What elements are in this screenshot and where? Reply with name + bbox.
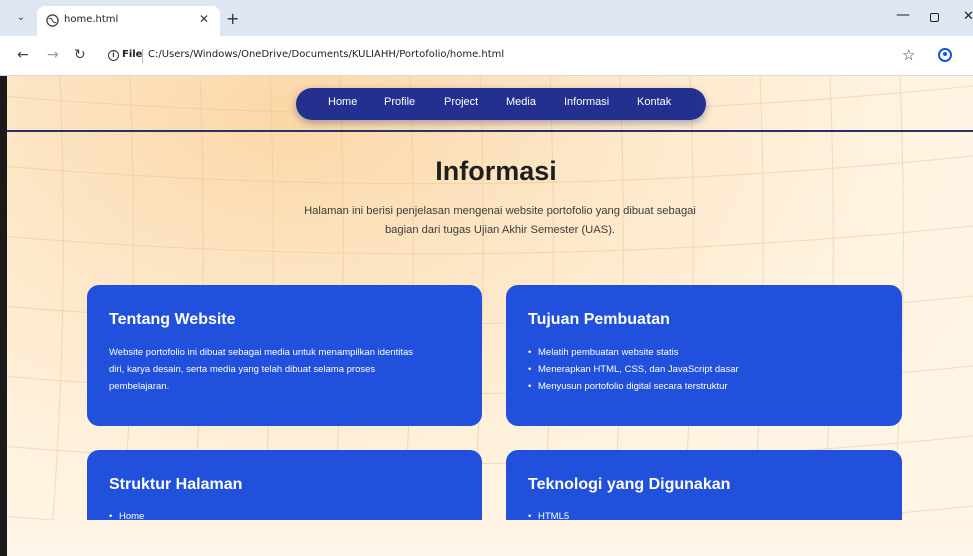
nav-item-home[interactable]: Home <box>328 96 357 108</box>
star-icon[interactable]: ☆ <box>902 47 915 63</box>
nav-item-informasi[interactable]: Informasi <box>564 96 609 108</box>
main-nav: Home Profile Project Media Informasi Kon… <box>296 88 706 120</box>
url-text[interactable]: C:/Users/Windows/OneDrive/Documents/KULI… <box>148 49 504 60</box>
browser-toolbar: ← → ↻ i File C:/Users/Windows/OneDrive/D… <box>0 36 973 76</box>
minimize-icon[interactable]: — <box>896 7 910 23</box>
nav-item-media[interactable]: Media <box>506 96 536 108</box>
card-title: Teknologi yang Digunakan <box>528 476 731 493</box>
list-item: Menerapkan HTML, CSS, dan JavaScript das… <box>528 361 739 378</box>
back-icon[interactable]: ← <box>17 47 29 63</box>
page-viewport: Home Profile Project Media Informasi Kon… <box>0 76 973 556</box>
url-divider <box>142 49 143 63</box>
page-description: Halaman ini berisi penjelasan mengenai w… <box>270 202 730 240</box>
page-bottom-band <box>0 520 973 556</box>
card-body-line: Website portofolio ini dibuat sebagai me… <box>109 347 414 358</box>
card-title: Tujuan Pembuatan <box>528 311 670 328</box>
browser-tab-bar: ⌄ home.html ✕ + — ✕ <box>0 0 973 36</box>
globe-icon <box>46 14 59 27</box>
url-scheme-label: File <box>122 49 143 60</box>
new-tab-button[interactable]: + <box>226 9 239 28</box>
list-item: Menyusun portofolio digital secara terst… <box>528 378 739 395</box>
nav-item-kontak[interactable]: Kontak <box>637 96 671 108</box>
tab-list-icon[interactable]: ⌄ <box>13 10 29 26</box>
forward-icon[interactable]: → <box>47 47 59 63</box>
profile-icon[interactable] <box>938 48 952 62</box>
card-tentang-website: Tentang Website Website portofolio ini d… <box>87 285 482 426</box>
close-icon[interactable]: ✕ <box>199 12 209 26</box>
card-body-line: pembelajaran. <box>109 381 170 392</box>
nav-item-project[interactable]: Project <box>444 96 478 108</box>
header-divider <box>0 130 973 132</box>
list-item: Melatih pembuatan website statis <box>528 344 739 361</box>
card-body: Website portofolio ini dibuat sebagai me… <box>109 344 469 395</box>
window-close-icon[interactable]: ✕ <box>963 9 973 24</box>
reload-icon[interactable]: ↻ <box>74 47 86 63</box>
address-bar[interactable]: i File C:/Users/Windows/OneDrive/Documen… <box>98 41 894 71</box>
card-title: Struktur Halaman <box>109 476 243 493</box>
window-left-edge <box>0 76 7 556</box>
nav-item-profile[interactable]: Profile <box>384 96 415 108</box>
page-description-line: Halaman ini berisi penjelasan mengenai w… <box>304 205 696 217</box>
page-description-line: bagian dari tugas Ujian Akhir Semester (… <box>384 224 616 236</box>
card-body-line: diri, karya desain, serta media yang tel… <box>109 364 376 375</box>
info-icon[interactable]: i <box>108 50 119 61</box>
card-list: Melatih pembuatan website statis Menerap… <box>528 344 739 395</box>
browser-tab[interactable]: home.html ✕ <box>37 6 220 36</box>
page-title: Informasi <box>435 156 557 186</box>
restore-icon[interactable] <box>930 13 939 22</box>
card-title: Tentang Website <box>109 311 236 328</box>
tab-title: home.html <box>64 14 119 25</box>
card-tujuan-pembuatan: Tujuan Pembuatan Melatih pembuatan websi… <box>506 285 902 426</box>
